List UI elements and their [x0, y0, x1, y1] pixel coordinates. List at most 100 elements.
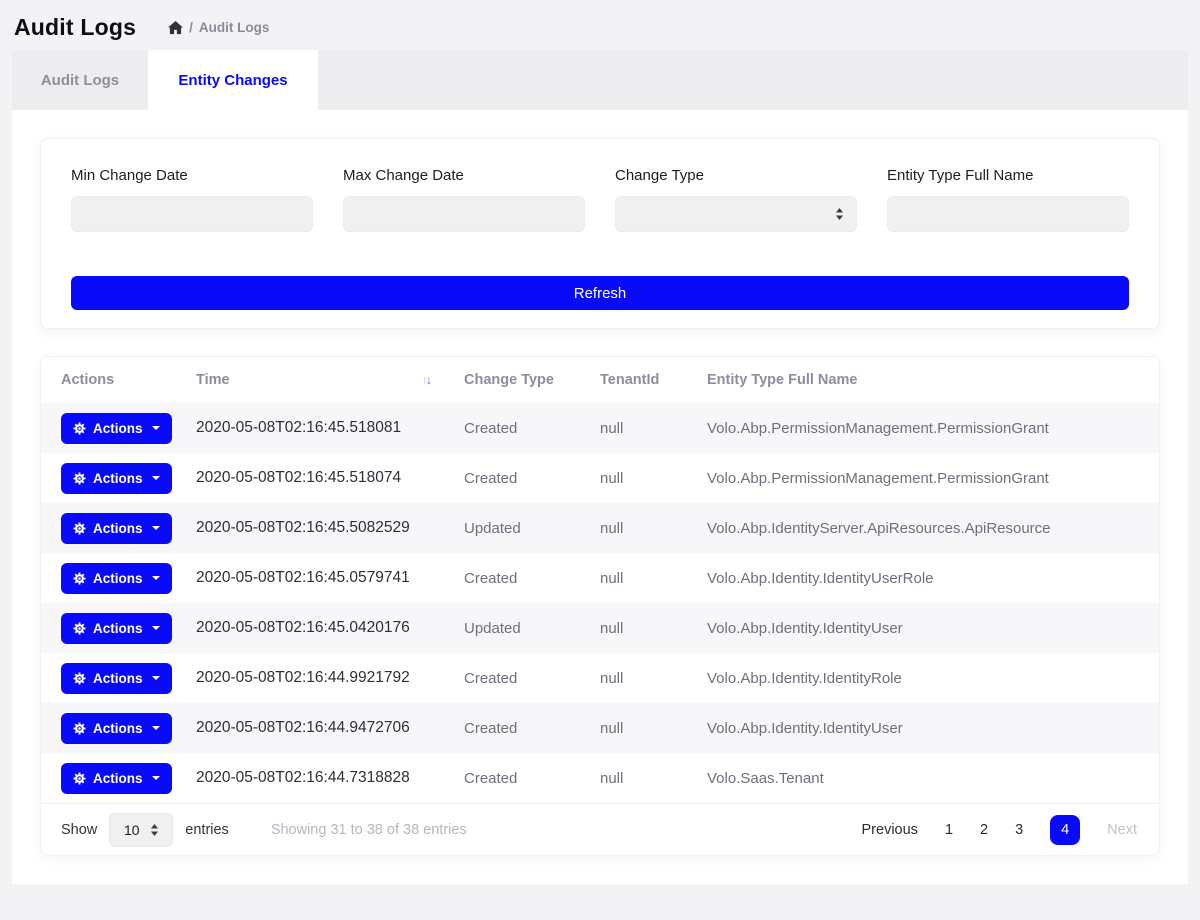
actions-cell: Actions [41, 453, 186, 503]
field-change-type: Change Type [615, 167, 857, 232]
pagination-next[interactable]: Next [1107, 822, 1137, 838]
column-header-change-type[interactable]: Change Type [454, 357, 590, 403]
table-row: Actions 2020-05-08T02:16:45.0579741 Crea… [41, 553, 1159, 603]
table-row: Actions 2020-05-08T02:16:45.0420176 Upda… [41, 603, 1159, 653]
column-header-tenantid[interactable]: TenantId [590, 357, 697, 403]
time-cell: 2020-05-08T02:16:45.5082529 [186, 503, 454, 553]
column-header-entity-type-full-name[interactable]: Entity Type Full Name [697, 357, 1159, 403]
time-cell: 2020-05-08T02:16:44.9472706 [186, 703, 454, 753]
actions-cell: Actions [41, 403, 186, 453]
row-actions-button[interactable]: Actions [61, 763, 172, 794]
field-entity-type-full-name: Entity Type Full Name [887, 167, 1129, 232]
row-actions-label: Actions [93, 671, 143, 686]
entity-type-cell: Volo.Abp.PermissionManagement.Permission… [697, 453, 1159, 503]
content-panel: Min Change Date Max Change Date Change T… [12, 110, 1188, 884]
pagination-page-2[interactable]: 2 [980, 822, 988, 838]
tenantid-cell: null [590, 453, 697, 503]
row-actions-label: Actions [93, 621, 143, 636]
table-header-row: Actions Time ↑↓ Change Type TenantId Ent… [41, 357, 1159, 403]
caret-down-icon [152, 426, 160, 430]
tenantid-cell: null [590, 703, 697, 753]
breadcrumb-current: Audit Logs [199, 20, 270, 35]
tab-entity-changes[interactable]: Entity Changes [148, 50, 318, 110]
time-column-label: Time [196, 372, 230, 388]
entries-label: entries [185, 822, 229, 838]
table-footer: Show 10 entries Showing 31 to 38 of 38 e… [41, 803, 1159, 855]
gear-icon [73, 772, 86, 785]
select-arrows-icon [835, 208, 844, 220]
caret-down-icon [152, 576, 160, 580]
tenantid-cell: null [590, 403, 697, 453]
pagination-previous[interactable]: Previous [862, 822, 918, 838]
caret-down-icon [152, 676, 160, 680]
time-cell: 2020-05-08T02:16:45.0579741 [186, 553, 454, 603]
page-title: Audit Logs [14, 14, 136, 41]
row-actions-button[interactable]: Actions [61, 613, 172, 644]
table-row: Actions 2020-05-08T02:16:45.518081 Creat… [41, 403, 1159, 453]
refresh-button[interactable]: Refresh [71, 276, 1129, 310]
entity-type-cell: Volo.Abp.Identity.IdentityRole [697, 653, 1159, 703]
pagination-page-1[interactable]: 1 [945, 822, 953, 838]
change-type-label: Change Type [615, 167, 857, 184]
breadcrumb-separator: / [189, 20, 193, 35]
caret-down-icon [152, 476, 160, 480]
page-size-select[interactable]: 10 [109, 813, 173, 847]
time-cell: 2020-05-08T02:16:44.9921792 [186, 653, 454, 703]
table-row: Actions 2020-05-08T02:16:44.9472706 Crea… [41, 703, 1159, 753]
time-cell: 2020-05-08T02:16:45.518074 [186, 453, 454, 503]
change-type-cell: Created [454, 403, 590, 453]
filter-row: Min Change Date Max Change Date Change T… [71, 167, 1129, 232]
sort-icon[interactable]: ↑↓ [422, 373, 431, 387]
filter-card: Min Change Date Max Change Date Change T… [40, 138, 1160, 329]
gear-icon [73, 572, 86, 585]
column-header-actions: Actions [41, 357, 186, 403]
row-actions-label: Actions [93, 521, 143, 536]
change-type-cell: Created [454, 703, 590, 753]
gear-icon [73, 522, 86, 535]
pagination-page-3[interactable]: 3 [1015, 822, 1023, 838]
page-size-value: 10 [124, 822, 140, 838]
entity-type-cell: Volo.Abp.IdentityServer.ApiResources.Api… [697, 503, 1159, 553]
row-actions-label: Actions [93, 471, 143, 486]
entity-type-full-name-input[interactable] [887, 196, 1129, 232]
entity-changes-table: Actions Time ↑↓ Change Type TenantId Ent… [41, 357, 1159, 803]
row-actions-button[interactable]: Actions [61, 713, 172, 744]
gear-icon [73, 472, 86, 485]
column-header-time[interactable]: Time ↑↓ [186, 357, 454, 403]
table-card: Actions Time ↑↓ Change Type TenantId Ent… [40, 356, 1160, 856]
entity-type-full-name-label: Entity Type Full Name [887, 167, 1129, 184]
actions-cell: Actions [41, 503, 186, 553]
home-icon[interactable] [168, 21, 183, 35]
table-row: Actions 2020-05-08T02:16:44.7318828 Crea… [41, 753, 1159, 803]
entity-type-cell: Volo.Abp.PermissionManagement.Permission… [697, 403, 1159, 453]
row-actions-button[interactable]: Actions [61, 463, 172, 494]
change-type-select[interactable] [615, 196, 857, 232]
gear-icon [73, 722, 86, 735]
change-type-cell: Created [454, 453, 590, 503]
tenantid-cell: null [590, 653, 697, 703]
row-actions-button[interactable]: Actions [61, 663, 172, 694]
pagination-page-4[interactable]: 4 [1050, 815, 1080, 845]
row-actions-label: Actions [93, 421, 143, 436]
page-header: Audit Logs / Audit Logs [0, 0, 1200, 50]
row-actions-button[interactable]: Actions [61, 563, 172, 594]
min-change-date-input[interactable] [71, 196, 313, 232]
gear-icon [73, 672, 86, 685]
change-type-cell: Created [454, 753, 590, 803]
entity-type-cell: Volo.Abp.Identity.IdentityUser [697, 603, 1159, 653]
select-arrows-icon [150, 824, 159, 836]
row-actions-button[interactable]: Actions [61, 413, 172, 444]
tab-audit-logs[interactable]: Audit Logs [12, 50, 148, 110]
change-type-cell: Updated [454, 503, 590, 553]
gear-icon [73, 622, 86, 635]
time-cell: 2020-05-08T02:16:44.7318828 [186, 753, 454, 803]
tenantid-cell: null [590, 503, 697, 553]
actions-cell: Actions [41, 753, 186, 803]
max-change-date-input[interactable] [343, 196, 585, 232]
table-body: Actions 2020-05-08T02:16:45.518081 Creat… [41, 403, 1159, 803]
caret-down-icon [152, 726, 160, 730]
tab-bar: Audit Logs Entity Changes [12, 50, 1188, 110]
field-max-change-date: Max Change Date [343, 167, 585, 232]
row-actions-button[interactable]: Actions [61, 513, 172, 544]
breadcrumb: / Audit Logs [168, 20, 269, 35]
